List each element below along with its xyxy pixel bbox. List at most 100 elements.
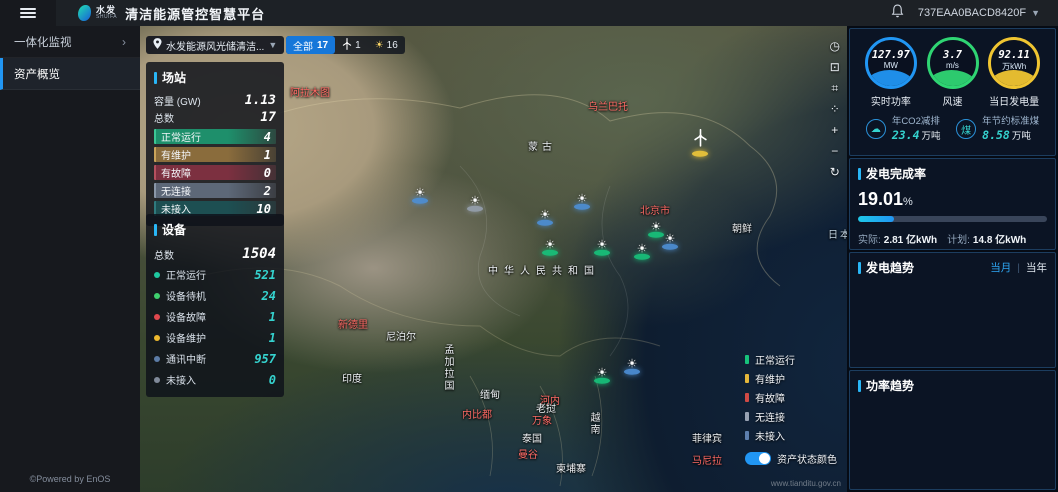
marker-status-base bbox=[692, 151, 708, 157]
marker-status-base bbox=[412, 198, 428, 204]
sidebar-item-asset-overview[interactable]: 资产概览 bbox=[0, 58, 140, 90]
coal-saving-stat: 煤 年节约标准煤 8.58万吨 bbox=[956, 116, 1039, 143]
zoom-in-icon[interactable]: + bbox=[830, 124, 840, 136]
device-status-value: 521 bbox=[254, 268, 276, 282]
filter-wind-count: 1 bbox=[355, 40, 361, 51]
station-status-row: 有故障 0 bbox=[154, 165, 276, 180]
sidebar-item-integrated-monitoring[interactable]: 一体化监视 › bbox=[0, 26, 140, 58]
station-status-label: 无连接 bbox=[161, 183, 191, 198]
legend-item: 有维护 bbox=[745, 371, 837, 386]
account-menu[interactable]: 737EAA0BACD8420F ▼ bbox=[918, 7, 1040, 19]
filter-solar-button[interactable]: ☀ 16 bbox=[368, 40, 405, 51]
map-label: 尼泊尔 bbox=[386, 328, 416, 343]
legend-item: 正常运行 bbox=[745, 352, 837, 367]
map-label: 菲律宾 bbox=[692, 430, 722, 445]
station-capacity-row: 容量 (GW) 1.13 bbox=[154, 92, 276, 109]
status-dot-icon bbox=[154, 356, 160, 362]
wind-turbine-icon bbox=[342, 38, 352, 53]
device-panel-title: 设备 bbox=[162, 221, 186, 238]
legend-color-chip bbox=[745, 431, 749, 440]
solar-station-marker[interactable]: ☀ bbox=[412, 187, 428, 204]
powered-by-enos: ©Powered by EnOS bbox=[0, 474, 140, 484]
generation-completion-card: 发电完成率 19.01% 实际:2.81 亿kWh 计划:14.8 亿kWh bbox=[849, 158, 1056, 250]
station-status-value: 0 bbox=[264, 166, 271, 180]
solar-station-marker[interactable]: ☀ bbox=[574, 193, 590, 210]
measure-icon[interactable]: ⌗ bbox=[830, 82, 840, 94]
station-total-row: 总数 17 bbox=[154, 109, 276, 126]
chevron-right-icon: › bbox=[122, 35, 126, 49]
marker-status-base bbox=[624, 369, 640, 375]
solar-station-marker[interactable]: ☀ bbox=[624, 358, 640, 375]
solar-station-marker[interactable]: ☀ bbox=[662, 233, 678, 250]
gen-trend-title: 发电趋势 bbox=[866, 259, 914, 276]
legend-label: 有维护 bbox=[755, 371, 785, 386]
solar-station-marker[interactable]: ☀ bbox=[634, 243, 650, 260]
filter-solar-count: 16 bbox=[387, 40, 398, 51]
gauge-wind-speed: 3.7 m/s 风速 bbox=[922, 37, 984, 108]
map-label: 越南 bbox=[586, 412, 601, 436]
notification-bell-icon[interactable] bbox=[891, 4, 904, 23]
gauge-realtime-power: 127.97 MW 实时功率 bbox=[860, 37, 922, 108]
device-status-value: 957 bbox=[254, 352, 276, 366]
map-label: 日本海 bbox=[828, 226, 847, 241]
solar-station-marker[interactable]: ☀ bbox=[537, 209, 553, 226]
reset-view-icon[interactable]: ↻ bbox=[830, 166, 840, 178]
status-dot-icon bbox=[154, 314, 160, 320]
map-label: 曼谷 bbox=[518, 446, 538, 461]
solar-station-marker[interactable]: ☀ bbox=[467, 195, 483, 212]
completion-progress-bar bbox=[858, 216, 1047, 222]
station-selector-dropdown[interactable]: 水发能源风光储清洁... ▼ bbox=[146, 36, 284, 54]
map-label: 孟加拉国 bbox=[440, 344, 455, 392]
tab-current-year[interactable]: 当年 bbox=[1026, 260, 1047, 275]
device-total-row: 总数 1504 bbox=[154, 244, 276, 264]
filter-all-button[interactable]: 全部 17 bbox=[286, 36, 335, 54]
station-capacity-value: 1.13 bbox=[245, 93, 276, 108]
filter-wind-button[interactable]: 1 bbox=[335, 38, 368, 53]
map-label: 老挝 bbox=[536, 400, 556, 415]
header: 水发 SHUIFA 清洁能源管控智慧平台 737EAA0BACD8420F ▼ bbox=[0, 0, 1058, 26]
account-id: 737EAA0BACD8420F bbox=[918, 7, 1026, 19]
wind-station-marker[interactable] bbox=[692, 129, 708, 157]
station-status-label: 有故障 bbox=[161, 165, 191, 180]
legend-color-chip bbox=[745, 393, 749, 402]
station-status-row: 正常运行4 bbox=[154, 129, 276, 144]
solar-station-marker[interactable]: ☀ bbox=[594, 367, 610, 384]
tab-current-month[interactable]: 当月 bbox=[990, 260, 1011, 275]
asset-status-color-toggle[interactable] bbox=[745, 452, 771, 465]
station-status-label: 有维护 bbox=[161, 147, 191, 162]
grid-icon[interactable]: ⁘ bbox=[830, 103, 840, 115]
legend-item: 有故障 bbox=[745, 390, 837, 405]
sidebar: 一体化监视 › 资产概览 ©Powered by EnOS bbox=[0, 26, 140, 492]
screenshot-icon[interactable]: ⊡ bbox=[830, 61, 840, 73]
station-selector-label: 水发能源风光储清洁... bbox=[166, 38, 264, 53]
map-label: 北京市 bbox=[640, 202, 670, 217]
device-status-label: 设备待机 bbox=[166, 288, 206, 303]
map-label: 乌兰巴托 bbox=[588, 98, 628, 113]
map-label: 新德里 bbox=[338, 316, 368, 331]
station-status-label: 正常运行 bbox=[161, 129, 201, 144]
map-label: 柬埔寨 bbox=[556, 460, 586, 475]
history-icon[interactable]: ◷ bbox=[830, 40, 840, 52]
generation-trend-bar-chart bbox=[858, 276, 1053, 350]
map-label: 缅甸 bbox=[480, 386, 500, 401]
zoom-out-icon[interactable]: − bbox=[830, 145, 840, 157]
device-status-value: 1 bbox=[269, 310, 276, 324]
device-status-row: 设备故障1 bbox=[154, 306, 276, 327]
legend-label: 无连接 bbox=[755, 409, 785, 424]
solar-station-marker[interactable]: ☀ bbox=[542, 239, 558, 256]
map-label: 朝鲜 bbox=[732, 220, 752, 235]
map-label: 蒙古 bbox=[528, 138, 556, 153]
page-title: 清洁能源管控智慧平台 bbox=[125, 4, 265, 23]
device-status-row: 正常运行521 bbox=[154, 264, 276, 285]
legend-color-chip bbox=[745, 374, 749, 383]
legend-item: 无连接 bbox=[745, 409, 837, 424]
wind-turbine-icon bbox=[693, 129, 708, 147]
satellite-map[interactable]: 阿拉木图乌兰巴托蒙古北京市朝鲜日本海中华人民共和国新德里尼泊尔印度孟加拉国缅甸河… bbox=[140, 26, 847, 492]
right-panel: 127.97 MW 实时功率 3.7 m/s 风速 bbox=[847, 26, 1058, 492]
hamburger-menu-button[interactable] bbox=[0, 0, 56, 26]
app-root: 水发 SHUIFA 清洁能源管控智慧平台 737EAA0BACD8420F ▼ … bbox=[0, 0, 1058, 492]
device-status-value: 1 bbox=[269, 331, 276, 345]
map-attribution: www.tianditu.gov.cn bbox=[771, 479, 841, 488]
station-panel-title: 场站 bbox=[162, 69, 186, 86]
solar-station-marker[interactable]: ☀ bbox=[594, 239, 610, 256]
